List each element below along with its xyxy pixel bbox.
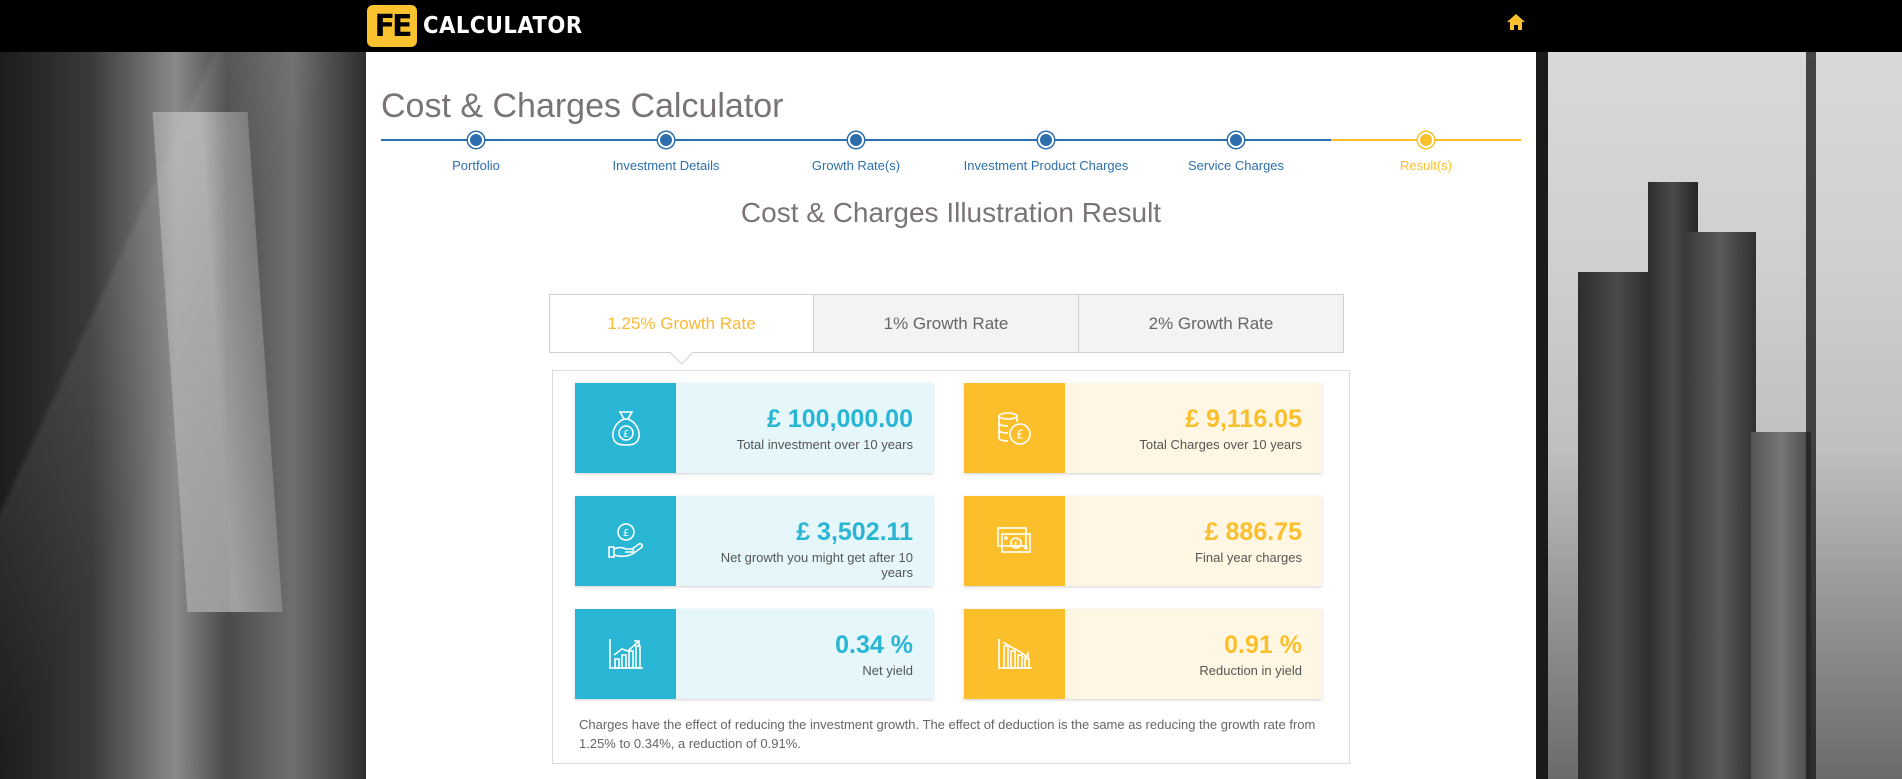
decline-chart-icon <box>997 639 1032 669</box>
tab-1-25-growth-rate[interactable]: 1.25% Growth Rate <box>549 294 814 353</box>
card-info: £ 100,000.00 Total investment over 10 ye… <box>676 383 933 473</box>
logo-mark: FE <box>367 5 417 47</box>
skyscraper-4 <box>1751 432 1811 779</box>
growth-chart-icon <box>608 639 643 669</box>
page-title: Cost & Charges Calculator <box>381 87 784 125</box>
reduction-in-yield-label: Reduction in yield <box>1199 663 1302 678</box>
skyscraper-3 <box>1686 232 1756 779</box>
step-dot <box>1038 132 1054 148</box>
step-label: Investment Product Charges <box>963 158 1129 173</box>
total-investment-value: £ 100,000.00 <box>767 405 913 433</box>
step-investment-details[interactable]: Investment Details <box>571 130 761 173</box>
svg-text:£: £ <box>1016 428 1024 442</box>
card-info: £ 3,502.11 Net growth you might get afte… <box>676 496 933 586</box>
net-yield-value: 0.34 % <box>835 631 913 659</box>
net-growth-label: Net growth you might get after 10 years <box>720 550 913 580</box>
result-title: Cost & Charges Illustration Result <box>740 197 1162 228</box>
final-year-charges-card: £ £ 886.75 Final year charges <box>964 496 1322 586</box>
card-icon-box: £ <box>575 383 676 473</box>
step-dot <box>1418 132 1434 148</box>
step-portfolio[interactable]: Portfolio <box>381 130 571 173</box>
tab-2-growth-rate[interactable]: 2% Growth Rate <box>1079 294 1344 353</box>
results-container: £ £ 100,000.00 Total investment over 10 … <box>552 370 1350 764</box>
skyscraper-1 <box>1578 272 1658 779</box>
step-label: Result(s) <box>1399 158 1452 173</box>
step-results[interactable]: Result(s) <box>1331 130 1521 173</box>
step-service-charges[interactable]: Service Charges <box>1141 130 1331 173</box>
reduction-in-yield-value: 0.91 % <box>1224 631 1302 659</box>
step-dot <box>658 132 674 148</box>
step-dot <box>848 132 864 148</box>
step-label: Service Charges <box>1187 158 1285 173</box>
background-photo-right <box>1536 52 1902 779</box>
top-navbar: FE CALCULATOR <box>0 0 1902 52</box>
curtain-shape <box>152 112 283 612</box>
final-year-charges-value: £ 886.75 <box>1204 518 1302 546</box>
total-charges-label: Total Charges over 10 years <box>1139 437 1302 452</box>
home-icon[interactable] <box>1506 12 1526 32</box>
window-frame <box>1536 52 1548 779</box>
card-info: £ 9,116.05 Total Charges over 10 years <box>1065 383 1322 473</box>
card-info: 0.91 % Reduction in yield <box>1065 609 1322 699</box>
final-year-charges-label: Final year charges <box>1195 550 1302 565</box>
growth-rate-tabs: 1.25% Growth Rate 1% Growth Rate 2% Grow… <box>549 294 1344 353</box>
banknote-icon: £ <box>996 527 1031 553</box>
total-investment-card: £ £ 100,000.00 Total investment over 10 … <box>575 383 933 473</box>
card-info: £ 886.75 Final year charges <box>1065 496 1322 586</box>
net-growth-value: £ 3,502.11 <box>796 518 913 546</box>
total-investment-label: Total investment over 10 years <box>736 437 913 452</box>
step-label: Portfolio <box>452 158 500 173</box>
step-label: Growth Rate(s) <box>811 158 901 173</box>
card-icon-box <box>964 609 1065 699</box>
coin-stack-icon: £ <box>997 412 1031 445</box>
progress-stepper: Portfolio Investment Details Growth Rate… <box>381 130 1521 180</box>
step-dot <box>468 132 484 148</box>
money-bag-icon: £ <box>611 411 640 446</box>
total-charges-card: £ £ 9,116.05 Total Charges over 10 years <box>964 383 1322 473</box>
card-icon-box <box>575 609 676 699</box>
net-yield-card: 0.34 % Net yield <box>575 609 933 699</box>
tab-1-growth-rate[interactable]: 1% Growth Rate <box>814 294 1079 353</box>
card-icon-box: £ <box>575 496 676 586</box>
background-photo-left <box>0 52 366 779</box>
card-info: 0.34 % Net yield <box>676 609 933 699</box>
step-investment-product-charges[interactable]: Investment Product Charges <box>951 130 1141 173</box>
card-icon-box: £ <box>964 496 1065 586</box>
logo-text: CALCULATOR <box>423 13 583 39</box>
charges-explanation-note: Charges have the effect of reducing the … <box>579 717 1316 751</box>
window-frame-2 <box>1806 52 1816 779</box>
main-panel: Cost & Charges Calculator Portfolio Inve… <box>366 52 1536 779</box>
step-dot <box>1228 132 1244 148</box>
net-yield-label: Net yield <box>862 663 913 678</box>
hand-coin-icon: £ <box>607 523 643 558</box>
step-growth-rates[interactable]: Growth Rate(s) <box>761 130 951 173</box>
svg-text:£: £ <box>622 528 628 539</box>
logo[interactable]: FE CALCULATOR <box>367 5 597 47</box>
net-growth-card: £ £ 3,502.11 Net growth you might get af… <box>575 496 933 586</box>
svg-text:£: £ <box>622 429 628 440</box>
step-label: Investment Details <box>612 158 720 173</box>
card-icon-box: £ <box>964 383 1065 473</box>
reduction-in-yield-card: 0.91 % Reduction in yield <box>964 609 1322 699</box>
svg-text:£: £ <box>1013 540 1018 549</box>
total-charges-value: £ 9,116.05 <box>1185 405 1302 433</box>
